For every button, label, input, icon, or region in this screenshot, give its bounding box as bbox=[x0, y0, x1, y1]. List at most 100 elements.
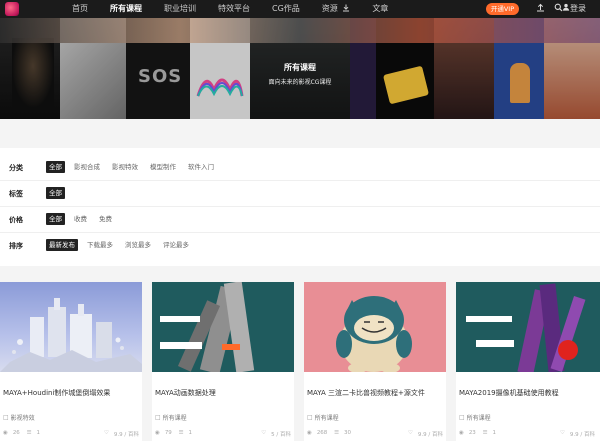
comment-icon: ☰ bbox=[178, 430, 184, 436]
eye-icon: ◉ bbox=[459, 430, 464, 436]
like-icon: ♡ bbox=[261, 430, 267, 436]
filter-option-software-intro[interactable]: 软件入门 bbox=[185, 161, 217, 173]
comment-count: 1 bbox=[492, 430, 497, 436]
filter-option-paid[interactable]: 收费 bbox=[71, 213, 90, 225]
brand-logo-icon[interactable] bbox=[5, 2, 19, 16]
course-stats: ◉ 79 ☰ 1 ♡ 5 / 百科 bbox=[155, 430, 291, 438]
filter-options-sort: 最新发布 下载最多 浏览最多 评论最多 bbox=[46, 239, 198, 251]
upload-icon[interactable] bbox=[534, 3, 546, 15]
open-vip-button[interactable]: 开通VIP bbox=[486, 3, 519, 15]
folder-icon: □ bbox=[3, 414, 9, 421]
course-category-label: 所有课程 bbox=[162, 415, 187, 422]
course-category-label: 所有课程 bbox=[466, 415, 491, 422]
snorlax-art bbox=[336, 296, 412, 372]
course-category[interactable]: □ 影视特效 bbox=[3, 413, 35, 422]
eye-icon: ◉ bbox=[307, 430, 312, 436]
filter-row-price: 价格 全部 收费 免费 bbox=[0, 207, 600, 233]
nav-item-resources[interactable]: 资源 bbox=[322, 0, 351, 18]
folder-icon: □ bbox=[307, 414, 313, 421]
course-category[interactable]: □ 所有课程 bbox=[307, 413, 339, 422]
price-label: 9.9 / 百科 bbox=[569, 432, 595, 438]
view-count: 26 bbox=[12, 430, 20, 436]
course-category-label: 所有课程 bbox=[314, 415, 339, 422]
nav-item-home[interactable]: 首页 bbox=[72, 0, 88, 18]
folder-icon: □ bbox=[459, 414, 465, 421]
login-link[interactable]: 登录 bbox=[570, 0, 586, 18]
course-category[interactable]: □ 所有课程 bbox=[459, 413, 491, 422]
like-icon: ♡ bbox=[407, 430, 413, 436]
banner-title: 所有课程 bbox=[284, 63, 316, 72]
filter-option-modeling[interactable]: 模型制作 bbox=[147, 161, 179, 173]
hero-banner: SOS 所有课程 面向未来的影视CG课程 bbox=[0, 18, 600, 119]
nav-item-career-training[interactable]: 职业培训 bbox=[164, 0, 196, 18]
thumb-caption-strip bbox=[160, 342, 202, 349]
view-count: 268 bbox=[316, 430, 328, 436]
nav-item-cg-works[interactable]: CG作品 bbox=[272, 0, 300, 18]
eye-icon: ◉ bbox=[155, 430, 160, 436]
course-card[interactable]: MAYA动画数据处理 □ 所有课程 ◉ 79 ☰ 1 ♡ 5 / 百科 bbox=[152, 282, 294, 441]
filter-option-price-all[interactable]: 全部 bbox=[46, 213, 65, 225]
comment-icon: ☰ bbox=[334, 430, 339, 436]
sort-option-most-commented[interactable]: 评论最多 bbox=[160, 239, 192, 251]
price-label: 5 / 百科 bbox=[271, 432, 291, 438]
price-label: 9.9 / 百科 bbox=[113, 432, 139, 438]
course-thumbnail[interactable] bbox=[0, 282, 142, 372]
course-stats: ◉ 26 ☰ 1 ♡ 9.9 / 百科 bbox=[3, 430, 139, 438]
sort-option-most-viewed[interactable]: 浏览最多 bbox=[122, 239, 154, 251]
castle-collapse-art bbox=[0, 298, 142, 372]
filter-row-tags: 标签 全部 bbox=[0, 181, 600, 207]
filter-option-vfx[interactable]: 影视特效 bbox=[109, 161, 141, 173]
thumb-art-sphere bbox=[558, 340, 578, 360]
filter-label-tags: 标签 bbox=[9, 190, 23, 198]
view-count: 23 bbox=[468, 430, 476, 436]
filter-row-category: 分类 全部 影视合成 影视特效 模型制作 软件入门 bbox=[0, 155, 600, 181]
course-card[interactable]: MAYA+Houdini制作城堡倒塌效果 □ 影视特效 ◉ 26 ☰ 1 ♡ 9.9 … bbox=[0, 282, 142, 441]
course-title[interactable]: MAYA 三渲二卡比兽视频教程+源文件 bbox=[307, 388, 445, 398]
course-title[interactable]: MAYA+Houdini制作城堡倒塌效果 bbox=[3, 388, 141, 398]
download-icon bbox=[343, 4, 350, 12]
filter-option-tags-all[interactable]: 全部 bbox=[46, 187, 65, 199]
course-title[interactable]: MAYA动画数据处理 bbox=[155, 388, 293, 398]
banner-subtitle: 面向未来的影视CG课程 bbox=[268, 79, 332, 86]
comment-icon: ☰ bbox=[26, 430, 32, 436]
nav-item-articles[interactable]: 文章 bbox=[372, 0, 388, 18]
course-stats: ◉ 268 ☰ 30 ♡ 9.9 / 百科 bbox=[307, 430, 443, 438]
filter-option-free[interactable]: 免费 bbox=[96, 213, 115, 225]
filter-options-price: 全部 收费 免费 bbox=[46, 213, 121, 225]
filter-label-sort: 排序 bbox=[9, 242, 23, 250]
course-title[interactable]: MAYA2019摄像机基础使用教程 bbox=[459, 388, 597, 398]
nav-item-vfx-platform[interactable]: 特效平台 bbox=[218, 0, 250, 18]
course-category[interactable]: □ 所有课程 bbox=[155, 413, 187, 422]
filter-options-category: 全部 影视合成 影视特效 模型制作 软件入门 bbox=[46, 161, 223, 173]
thumb-caption-strip bbox=[160, 316, 200, 322]
course-stats: ◉ 23 ☰ 1 ♡ 9.9 / 百科 bbox=[459, 430, 595, 438]
course-card[interactable]: MAYA 三渲二卡比兽视频教程+源文件 □ 所有课程 ◉ 268 ☰ 30 ♡ 9.9… bbox=[304, 282, 446, 441]
nav-item-all-courses[interactable]: 所有课程 bbox=[110, 0, 142, 18]
course-category-label: 影视特效 bbox=[10, 415, 35, 422]
sort-option-most-downloaded[interactable]: 下载最多 bbox=[84, 239, 116, 251]
course-thumbnail[interactable] bbox=[456, 282, 600, 372]
thumb-caption-tag bbox=[222, 344, 240, 350]
filter-option-category-all[interactable]: 全部 bbox=[46, 161, 65, 173]
filter-label-price: 价格 bbox=[9, 216, 23, 224]
page: 首页 所有课程 职业培训 特效平台 CG作品 资源 文章 开通VIP 登录 SO… bbox=[0, 0, 600, 441]
course-filter-panel: 分类 全部 影视合成 影视特效 模型制作 软件入门 标签 全部 价格 全部 收费… bbox=[0, 148, 600, 266]
folder-icon: □ bbox=[155, 414, 161, 421]
price-label: 9.9 / 百科 bbox=[417, 432, 443, 438]
filter-label-category: 分类 bbox=[9, 164, 23, 172]
course-thumbnail[interactable] bbox=[304, 282, 446, 372]
thumb-caption-strip bbox=[476, 340, 514, 347]
eye-icon: ◉ bbox=[3, 430, 8, 436]
like-icon: ♡ bbox=[559, 430, 565, 436]
course-card[interactable]: MAYA2019摄像机基础使用教程 □ 所有课程 ◉ 23 ☰ 1 ♡ 9.9 / 百… bbox=[456, 282, 600, 441]
main-nav: 首页 所有课程 职业培训 特效平台 CG作品 资源 文章 bbox=[72, 0, 410, 18]
sort-option-newest[interactable]: 最新发布 bbox=[46, 239, 78, 251]
comment-count: 1 bbox=[188, 430, 193, 436]
course-thumbnail[interactable] bbox=[152, 282, 294, 372]
top-navigation-bar: 首页 所有课程 职业培训 特效平台 CG作品 资源 文章 开通VIP 登录 bbox=[0, 0, 600, 18]
comment-icon: ☰ bbox=[482, 430, 488, 436]
comment-count: 1 bbox=[36, 430, 41, 436]
thumb-caption-strip bbox=[466, 316, 512, 322]
comment-count: 30 bbox=[344, 430, 351, 436]
filter-option-compositing[interactable]: 影视合成 bbox=[71, 161, 103, 173]
